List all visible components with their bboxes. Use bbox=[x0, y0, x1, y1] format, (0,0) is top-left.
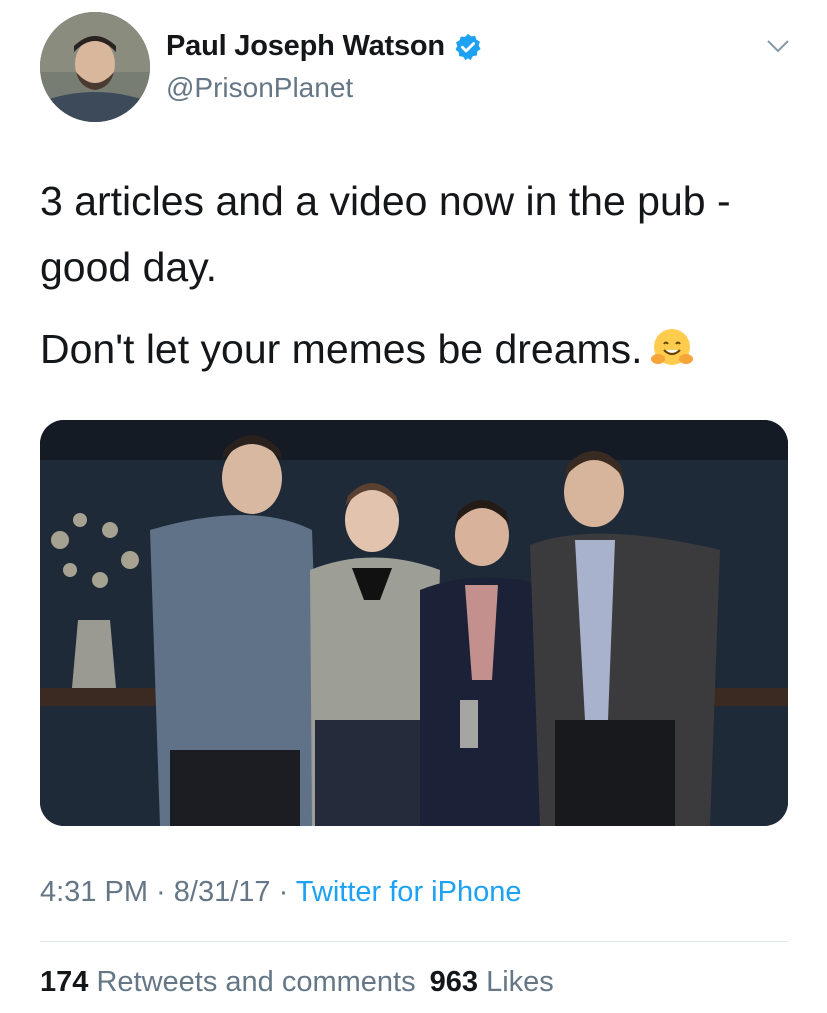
retweets-count: 174 bbox=[40, 966, 89, 998]
retweets-stat[interactable]: 174 Retweets and comments bbox=[40, 966, 416, 998]
hugging-face-emoji-icon bbox=[649, 324, 695, 370]
likes-stat[interactable]: 963 Likes bbox=[430, 966, 554, 998]
likes-count: 963 bbox=[429, 966, 478, 998]
verified-badge-icon bbox=[453, 32, 483, 62]
tweet-date: 8/31/17 bbox=[173, 876, 271, 908]
display-name[interactable]: Paul Joseph Watson bbox=[166, 30, 445, 63]
meta-separator: · bbox=[148, 876, 174, 908]
tweet-photo[interactable] bbox=[40, 420, 788, 826]
tweet-text: 3 articles and a video now in the pub - … bbox=[40, 168, 800, 382]
avatar-photo bbox=[40, 12, 150, 122]
divider bbox=[40, 941, 788, 942]
tweet-meta: 4:31 PM · 8/31/17 · Twitter for iPhone bbox=[40, 876, 521, 909]
retweets-label: Retweets and comments bbox=[96, 966, 416, 998]
tweet-time: 4:31 PM bbox=[40, 876, 148, 908]
group-photo-image bbox=[40, 420, 788, 826]
tweet-source-link[interactable]: Twitter for iPhone bbox=[296, 876, 522, 908]
avatar[interactable] bbox=[40, 12, 150, 122]
user-handle[interactable]: @PrisonPlanet bbox=[166, 72, 353, 104]
likes-label: Likes bbox=[486, 966, 554, 998]
tweet-line-1: 3 articles and a video now in the pub - … bbox=[40, 178, 731, 290]
tweet-line-2: Don't let your memes be dreams. bbox=[40, 326, 643, 372]
tweet-stats: 174 Retweets and comments 963 Likes bbox=[40, 966, 554, 999]
meta-separator: · bbox=[270, 876, 296, 908]
chevron-down-icon[interactable] bbox=[766, 38, 790, 54]
